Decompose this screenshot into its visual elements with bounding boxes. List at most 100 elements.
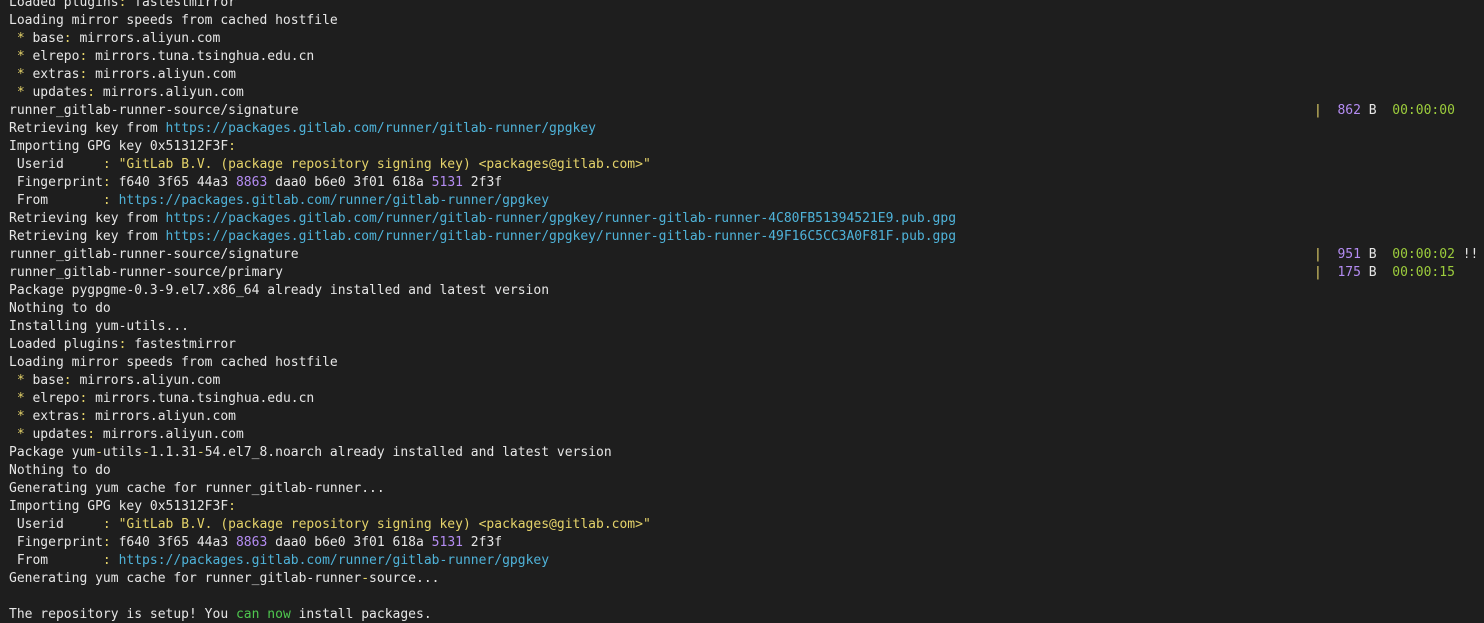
line-text-segment: runner_gitlab-runner-source/signature	[9, 247, 299, 262]
line-text-segment: Installing yum-utils...	[9, 319, 190, 334]
terminal-line: * base: mirrors.aliyun.com	[9, 372, 1484, 390]
line-text-segment: 8863	[235, 175, 268, 190]
terminal-line: Loaded plugins: fastestmirror	[9, 0, 1484, 12]
line-text-segment: Package yum	[9, 445, 96, 460]
line-text-segment: 1.1.31	[149, 445, 197, 460]
line-text-segment: *	[9, 67, 33, 82]
line-text-segment: Retrieving key from	[9, 211, 166, 226]
line-text-segment: install packages.	[290, 607, 432, 622]
line-text-segment: :	[102, 175, 111, 190]
line-text-segment: Retrieving key from	[9, 229, 166, 244]
terminal-line: Retrieving key from https://packages.git…	[9, 210, 1484, 228]
line-text-segment: :	[102, 193, 119, 208]
terminal-line: Loaded plugins: fastestmirror	[9, 336, 1484, 354]
progress-text-segment: 00:00:00	[1392, 103, 1455, 118]
line-text-segment: runner_gitlab-runner-source/signature	[9, 103, 299, 118]
line-text-segment: mirrors.tuna.tsinghua.edu.cn	[87, 49, 315, 64]
line-text-segment: :	[63, 31, 72, 46]
progress-text-segment: 951	[1321, 247, 1361, 262]
line-text-segment: f640 3f65 44a3	[110, 175, 236, 190]
terminal-line: * updates: mirrors.aliyun.com	[9, 426, 1484, 444]
terminal-output: Loaded plugins: fastestmirror Loading mir…	[9, 0, 1484, 623]
line-text-segment: fastestmirror	[126, 0, 236, 10]
progress-text-segment: B	[1360, 265, 1393, 280]
line-text-segment: 8863	[235, 535, 268, 550]
line-text-segment: *	[9, 409, 33, 424]
line-text-segment: Loading mirror speeds from cached hostfi…	[9, 355, 338, 370]
terminal-line: * elrepo: mirrors.tuna.tsinghua.edu.cn	[9, 48, 1484, 66]
terminal-line: * extras: mirrors.aliyun.com	[9, 66, 1484, 84]
terminal-line: * updates: mirrors.aliyun.com	[9, 84, 1484, 102]
line-text-segment: *	[9, 31, 33, 46]
progress-text-segment: 862	[1321, 103, 1361, 118]
line-text-segment: :	[228, 499, 236, 514]
line-text-segment: :	[87, 427, 96, 442]
download-progress-info: | 175 B 00:00:15	[1314, 264, 1455, 282]
line-text-segment: updates	[32, 85, 88, 100]
line-text-segment: :	[87, 85, 96, 100]
progress-text-segment: B	[1360, 103, 1393, 118]
line-text-segment: 5131	[431, 175, 463, 190]
line-text-segment: https://packages.gitlab.com/runner/gitla…	[118, 553, 550, 568]
terminal-line: Userid : "GitLab B.V. (package repositor…	[9, 516, 1484, 534]
line-text-segment: *	[9, 391, 33, 406]
terminal-line: Importing GPG key 0x51312F3F:	[9, 498, 1484, 516]
terminal-line: * base: mirrors.aliyun.com	[9, 30, 1484, 48]
line-text-segment: mirrors.aliyun.com	[71, 31, 221, 46]
terminal-window[interactable]: Loaded plugins: fastestmirror Loading mir…	[0, 0, 1484, 623]
line-text-segment: Loading mirror speeds from cached hostfi…	[9, 13, 338, 28]
line-text-segment: Userid	[9, 157, 103, 172]
line-text-segment: :	[102, 535, 111, 550]
progress-text-segment: 175	[1321, 265, 1361, 280]
line-text-segment: Importing GPG key 0x51312F3F	[9, 139, 229, 154]
terminal-line: runner_gitlab-runner-source/primary | 175…	[9, 264, 1484, 282]
line-text-segment: https://packages.gitlab.com/runner/gitla…	[165, 229, 957, 244]
line-text-segment: runner_gitlab-runner-source/primary	[9, 265, 283, 280]
line-text-segment: Package pygpgme-0.3-9.el7.x86_64 already…	[9, 283, 550, 298]
terminal-line: * extras: mirrors.aliyun.com	[9, 408, 1484, 426]
terminal-line: Retrieving key from https://packages.git…	[9, 228, 1484, 246]
progress-text-segment: !!	[1454, 247, 1479, 262]
terminal-line: Loading mirror speeds from cached hostfi…	[9, 12, 1484, 30]
line-text-segment: mirrors.tuna.tsinghua.edu.cn	[87, 391, 315, 406]
terminal-line: Generating yum cache for runner_gitlab-r…	[9, 480, 1484, 498]
line-text-segment: : "GitLab B.V. (package repository signi…	[102, 157, 651, 172]
line-text-segment: fastestmirror	[126, 337, 236, 352]
line-text-segment: *	[9, 85, 33, 100]
line-text-segment: daa0 b6e0 3f01 618a	[267, 175, 432, 190]
line-text-segment: Loaded plugins	[9, 337, 119, 352]
line-text-segment: 5131	[431, 535, 463, 550]
progress-text-segment: 00:00:02	[1392, 247, 1455, 262]
download-progress-info: | 951 B 00:00:02 !!	[1314, 246, 1478, 264]
line-text-segment: Importing GPG key 0x51312F3F	[9, 499, 229, 514]
line-text-segment: Nothing to do	[9, 463, 111, 478]
line-text-segment: https://packages.gitlab.com/runner/gitla…	[165, 211, 957, 226]
terminal-line: Package yum-utils-1.1.31-54.el7_8.noarch…	[9, 444, 1484, 462]
line-text-segment: base	[32, 373, 64, 388]
line-text-segment: :	[63, 373, 72, 388]
line-text-segment: elrepo	[32, 49, 80, 64]
line-text-segment: f640 3f65 44a3	[110, 535, 236, 550]
line-text-segment: : "GitLab B.V. (package repository signi…	[102, 517, 651, 532]
progress-text-segment: |	[1314, 103, 1322, 118]
line-text-segment: mirrors.aliyun.com	[95, 427, 244, 442]
line-text-segment: Nothing to do	[9, 301, 111, 316]
progress-text-segment: 00:00:15	[1392, 265, 1455, 280]
line-text-segment: 54.el7_8.noarch already installed and la…	[204, 445, 612, 460]
line-text-segment: mirrors.aliyun.com	[71, 373, 221, 388]
line-text-segment: Userid	[9, 517, 103, 532]
line-text-segment: daa0 b6e0 3f01 618a	[267, 535, 432, 550]
terminal-line: runner_gitlab-runner-source/signature | 9…	[9, 246, 1484, 264]
terminal-line: Fingerprint: f640 3f65 44a3 8863 daa0 b6…	[9, 174, 1484, 192]
download-progress-info: | 862 B 00:00:00	[1314, 102, 1455, 120]
line-text-segment: https://packages.gitlab.com/runner/gitla…	[118, 193, 550, 208]
line-text-segment: 2f3f	[462, 535, 503, 550]
progress-text-segment: B	[1360, 247, 1393, 262]
line-text-segment: base	[32, 31, 64, 46]
terminal-line: Importing GPG key 0x51312F3F:	[9, 138, 1484, 156]
line-text-segment: -	[196, 445, 205, 460]
line-text-segment: Fingerprint	[9, 175, 103, 190]
progress-text-segment: |	[1314, 265, 1322, 280]
line-text-segment: :	[228, 139, 236, 154]
